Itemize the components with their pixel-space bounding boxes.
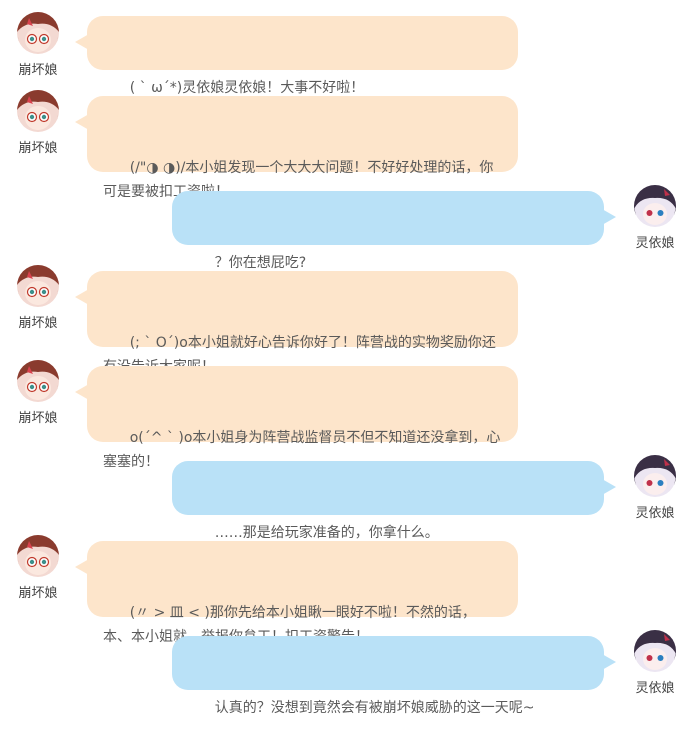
message-bubble: 认真的？没想到竟然会有被崩坏娘威胁的这一天呢~: [172, 636, 616, 716]
honkai-girl-avatar-icon[interactable]: [17, 360, 59, 402]
honkai-girl-avatar-icon[interactable]: [17, 535, 59, 577]
sender-block: 灵依娘: [630, 455, 680, 521]
honkai-girl-avatar-icon[interactable]: [17, 12, 59, 54]
sender-name: 灵依娘: [635, 681, 675, 696]
lingyi-girl-avatar-icon[interactable]: [634, 185, 676, 227]
sender-block: 崩坏娘: [13, 360, 63, 426]
chat-log: 崩坏娘 ( ` ω´*)灵依娘灵依娘！大事不好啦！ 崩坏娘 (/"◑ ◑)/本小…: [0, 0, 694, 716]
sender-name: 崩坏娘: [18, 141, 58, 156]
message-text: 认真的？没想到竟然会有被崩坏娘威胁的这一天呢~: [214, 700, 535, 716]
bubble-tail: [75, 34, 89, 50]
sender-name: 灵依娘: [635, 506, 675, 521]
sender-name: 崩坏娘: [18, 63, 58, 78]
sender-name: 崩坏娘: [18, 316, 58, 331]
sender-block: 崩坏娘: [13, 535, 63, 601]
sender-name: 灵依娘: [635, 236, 675, 251]
bubble-tail: [75, 289, 89, 305]
bubble-tail: [75, 559, 89, 575]
sender-name: 崩坏娘: [18, 586, 58, 601]
sender-block: 灵依娘: [630, 185, 680, 251]
bubble-tail: [602, 209, 616, 225]
lingyi-girl-avatar-icon[interactable]: [634, 630, 676, 672]
message-text: ( ` ω´*)灵依娘灵依娘！大事不好啦！: [129, 80, 365, 96]
message-text: ？你在想屁吃?: [214, 255, 307, 271]
sender-block: 灵依娘: [630, 630, 680, 696]
message-text: ……那是给玩家准备的，你拿什么。: [214, 525, 439, 541]
honkai-girl-avatar-icon[interactable]: [17, 265, 59, 307]
message-bubble: (/"◑ ◑)/本小姐发现一个大大大问题！不好好处理的话，你可是要被扣工资啦！: [75, 96, 518, 200]
bubble-tail: [75, 114, 89, 130]
bubble-tail: [602, 654, 616, 670]
sender-block: 崩坏娘: [13, 265, 63, 331]
bubble-tail: [75, 384, 89, 400]
message-bubble: (; ` O´)o本小姐就好心告诉你好了！阵营战的实物奖励你还有没告诉大家呢！: [75, 271, 518, 375]
message-bubble: o(´^ ` )o本小姐身为阵营战监督员不但不知道还没拿到，心塞塞的！: [75, 366, 518, 470]
bubble-tail: [602, 479, 616, 495]
sender-block: 崩坏娘: [13, 12, 63, 78]
sender-name: 崩坏娘: [18, 411, 58, 426]
honkai-girl-avatar-icon[interactable]: [17, 90, 59, 132]
sender-block: 崩坏娘: [13, 90, 63, 156]
message-bubble: ？你在想屁吃?: [172, 191, 616, 271]
message-bubble: ……那是给玩家准备的，你拿什么。: [172, 461, 616, 541]
message-bubble: (〃 > 皿 < )那你先给本小姐瞅一眼好不啦！不然的话，本、本小姐就，举报你怠…: [75, 541, 518, 645]
message-bubble: ( ` ω´*)灵依娘灵依娘！大事不好啦！: [75, 16, 518, 96]
lingyi-girl-avatar-icon[interactable]: [634, 455, 676, 497]
